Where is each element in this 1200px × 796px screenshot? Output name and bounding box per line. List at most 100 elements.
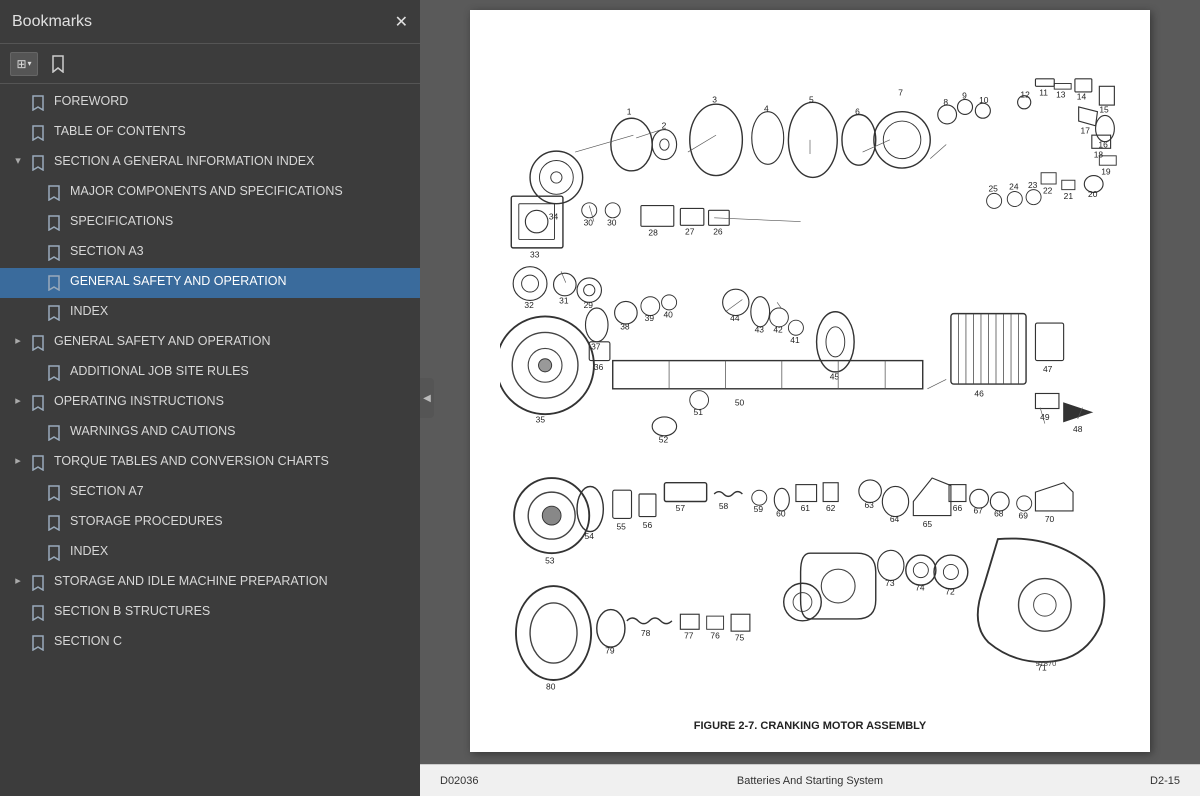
bookmarks-title: Bookmarks [12, 13, 92, 31]
bookmark-icon [51, 55, 65, 73]
dropdown-icon: ▾ [28, 59, 32, 68]
svg-text:74: 74 [915, 583, 925, 593]
svg-text:29: 29 [584, 300, 594, 310]
svg-text:48: 48 [1073, 424, 1083, 434]
bookmark-warnings-cautions[interactable]: WARNINGS AND CAUTIONS [0, 418, 420, 448]
svg-text:17: 17 [1081, 125, 1091, 135]
expand-placeholder [26, 303, 42, 321]
bookmark-foreword[interactable]: FOREWORD [0, 88, 420, 118]
svg-text:50: 50 [735, 398, 745, 408]
bookmark-torque-tables[interactable]: TORQUE TABLES AND CONVERSION CHARTS [0, 448, 420, 478]
bookmark-icon-specifications [46, 214, 62, 232]
bookmark-section-a3[interactable]: SECTION A3 [0, 238, 420, 268]
svg-text:32: 32 [524, 300, 534, 310]
bookmark-label-warnings-cautions: WARNINGS AND CAUTIONS [70, 423, 412, 441]
svg-text:57: 57 [676, 503, 686, 513]
bookmark-specifications[interactable]: SPECIFICATIONS [0, 208, 420, 238]
bookmark-major-components[interactable]: MAJOR COMPONENTS AND SPECIFICATIONS [0, 178, 420, 208]
svg-text:4: 4 [764, 104, 769, 114]
svg-text:3: 3 [712, 94, 717, 104]
svg-text:44: 44 [730, 313, 740, 323]
footer-doc-id: D02036 [440, 775, 560, 787]
grid-icon: ⊞ [16, 57, 26, 71]
bookmark-label-section-a: SECTION A GENERAL INFORMATION INDEX [54, 153, 412, 171]
bookmark-icon-major-components [46, 184, 62, 202]
bookmark-icon-section-a7 [46, 484, 62, 502]
svg-text:26: 26 [713, 227, 723, 237]
bookmark-index-1[interactable]: INDEX [0, 298, 420, 328]
svg-text:58: 58 [719, 501, 729, 511]
bookmark-section-a7[interactable]: SECTION A7 [0, 478, 420, 508]
bookmark-general-safety-1[interactable]: GENERAL SAFETY AND OPERATION [0, 268, 420, 298]
bookmark-label-section-a7: SECTION A7 [70, 483, 412, 501]
svg-text:30: 30 [607, 217, 617, 227]
svg-text:80: 80 [546, 681, 556, 691]
svg-text:91870: 91870 [1035, 659, 1056, 668]
bookmark-storage-procedures[interactable]: STORAGE PROCEDURES [0, 508, 420, 538]
bookmark-label-storage-idle: STORAGE AND IDLE MACHINE PREPARATION [54, 573, 412, 591]
svg-text:72: 72 [945, 587, 955, 597]
svg-text:19: 19 [1101, 167, 1111, 177]
bookmark-icon-storage-procedures [46, 514, 62, 532]
svg-text:6: 6 [855, 106, 860, 116]
bookmark-section-a[interactable]: SECTION A GENERAL INFORMATION INDEX [0, 148, 420, 178]
bookmark-storage-idle[interactable]: STORAGE AND IDLE MACHINE PREPARATION [0, 568, 420, 598]
svg-text:52: 52 [659, 434, 669, 444]
bookmark-icon-warnings-cautions [46, 424, 62, 442]
bookmark-icon-button[interactable] [46, 52, 70, 76]
bookmark-icon-general-safety-2 [30, 334, 46, 352]
svg-text:5: 5 [809, 94, 814, 104]
svg-text:43: 43 [755, 324, 765, 334]
document-page: 34 1 2 3 [470, 10, 1150, 752]
bookmark-icon-index-1 [46, 304, 62, 322]
svg-text:65: 65 [923, 519, 933, 529]
svg-text:35: 35 [536, 415, 546, 425]
svg-text:66: 66 [953, 503, 963, 513]
bookmark-icon-toc [30, 124, 46, 142]
grid-view-button[interactable]: ⊞ ▾ [10, 52, 38, 76]
bookmark-general-safety-2[interactable]: GENERAL SAFETY AND OPERATION [0, 328, 420, 358]
svg-text:56: 56 [643, 520, 653, 530]
bookmark-label-section-a3: SECTION A3 [70, 243, 412, 261]
svg-text:12: 12 [1020, 90, 1030, 100]
bookmark-label-storage-procedures: STORAGE PROCEDURES [70, 513, 412, 531]
svg-text:18: 18 [1094, 150, 1104, 160]
svg-text:63: 63 [864, 500, 874, 510]
bookmark-section-b[interactable]: SECTION B STRUCTURES [0, 598, 420, 628]
collapse-panel-button[interactable]: ◀ [420, 378, 434, 418]
bookmark-label-index-1: INDEX [70, 303, 412, 321]
footer-section: Batteries And Starting System [560, 775, 1060, 787]
bookmark-toc[interactable]: TABLE OF CONTENTS [0, 118, 420, 148]
bookmark-icon-storage-idle [30, 574, 46, 592]
bookmark-label-foreword: FOREWORD [54, 93, 412, 111]
bookmark-label-toc: TABLE OF CONTENTS [54, 123, 412, 141]
svg-text:70: 70 [1045, 514, 1055, 524]
expand-placeholder [26, 273, 42, 291]
svg-text:53: 53 [545, 556, 555, 566]
svg-text:79: 79 [605, 646, 615, 656]
svg-text:73: 73 [885, 578, 895, 588]
expand-arrow-operating-instructions [10, 393, 26, 411]
svg-text:30: 30 [584, 217, 594, 227]
expand-placeholder [10, 603, 26, 621]
bookmark-section-c[interactable]: SECTION C [0, 628, 420, 658]
expand-placeholder [26, 183, 42, 201]
expand-arrow-section-a [10, 153, 26, 171]
svg-text:33: 33 [530, 249, 540, 259]
bookmark-icon-index-2 [46, 544, 62, 562]
cranking-motor-diagram: 34 1 2 3 [500, 30, 1120, 710]
expand-placeholder [26, 423, 42, 441]
svg-text:24: 24 [1009, 182, 1019, 192]
document-content: 34 1 2 3 [420, 0, 1200, 764]
footer-page: D2-15 [1060, 775, 1180, 787]
bookmark-operating-instructions[interactable]: OPERATING INSTRUCTIONS [0, 388, 420, 418]
bookmark-label-specifications: SPECIFICATIONS [70, 213, 412, 231]
bookmark-index-2[interactable]: INDEX [0, 538, 420, 568]
bookmark-additional-job-site[interactable]: ADDITIONAL JOB SITE RULES [0, 358, 420, 388]
close-button[interactable]: ✕ [395, 12, 408, 32]
svg-text:21: 21 [1064, 191, 1074, 201]
expand-placeholder [26, 243, 42, 261]
svg-text:8: 8 [943, 97, 948, 107]
svg-text:76: 76 [710, 631, 720, 641]
bookmark-label-general-safety-1: GENERAL SAFETY AND OPERATION [70, 273, 412, 291]
